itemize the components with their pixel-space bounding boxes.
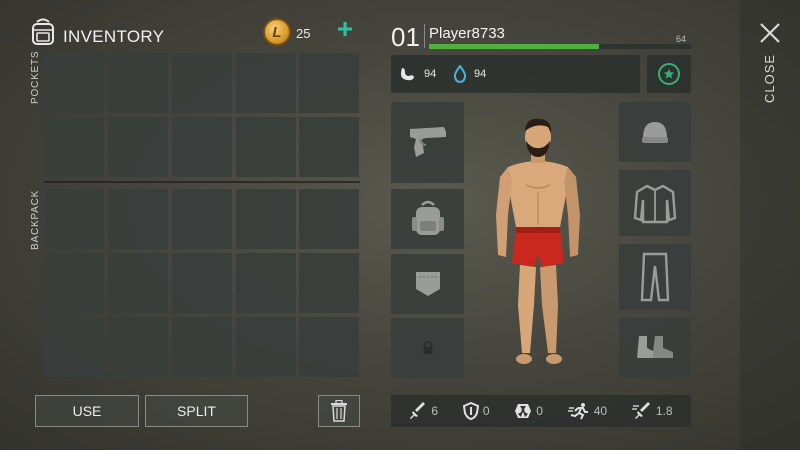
radiation-icon xyxy=(515,404,532,418)
backpack-slot-cell[interactable] xyxy=(236,317,296,377)
pocket-slot-cell[interactable] xyxy=(236,53,296,113)
pocket-slot-cell[interactable] xyxy=(172,53,232,113)
attack-stat: 6 xyxy=(409,402,438,420)
inventory-title: INVENTORY xyxy=(63,27,165,46)
xp-bar xyxy=(429,44,691,49)
backpack-slot-cell[interactable] xyxy=(44,253,104,313)
coin-icon: L xyxy=(263,18,291,46)
character-model xyxy=(478,115,598,375)
speed-stat: 40 xyxy=(567,402,608,420)
legs-slot[interactable] xyxy=(619,244,691,310)
star-icon xyxy=(658,63,680,85)
attack-value: 6 xyxy=(431,404,439,418)
sword-icon xyxy=(410,402,426,419)
backpack-slot-cell[interactable] xyxy=(172,317,232,377)
backpack-slot-cell[interactable] xyxy=(236,189,296,249)
defense-value: 0 xyxy=(482,404,490,418)
backpack-slot-cell[interactable] xyxy=(44,317,104,377)
speed-value: 40 xyxy=(593,404,608,418)
pocket-slot-cell[interactable] xyxy=(299,117,359,177)
pocket-slot-cell[interactable] xyxy=(44,53,104,113)
shield-icon xyxy=(462,402,479,420)
section-divider xyxy=(44,181,360,183)
add-coins-button[interactable]: + xyxy=(333,15,357,43)
feet-slot[interactable] xyxy=(619,318,691,378)
backpack-slot-cell[interactable] xyxy=(108,189,168,249)
backpack-slot-cell[interactable] xyxy=(108,253,168,313)
pockets-label: POCKETS xyxy=(30,50,41,104)
radiation-value: 0 xyxy=(536,404,543,418)
use-button[interactable]: USE xyxy=(35,395,139,427)
beanie-icon xyxy=(642,122,668,143)
trash-icon xyxy=(331,400,347,422)
locked-slot xyxy=(391,318,464,378)
attack-speed-value: 1.8 xyxy=(655,404,673,418)
backpack-slot-cell[interactable] xyxy=(172,189,232,249)
backpack-slot-icon xyxy=(411,200,444,235)
backpack-slot-cell[interactable] xyxy=(108,317,168,377)
stomach-icon xyxy=(399,66,417,87)
xp-value: 64 xyxy=(676,34,687,44)
pocket-slot-cell[interactable] xyxy=(108,53,168,113)
split-button[interactable]: SPLIT xyxy=(145,395,248,427)
pistol-icon xyxy=(409,126,446,157)
backpack-slot-cell[interactable] xyxy=(299,253,359,313)
pocket-icon xyxy=(415,272,440,296)
trash-button[interactable] xyxy=(318,395,360,427)
head-slot[interactable] xyxy=(619,102,691,162)
pocket-slot-cell[interactable] xyxy=(108,117,168,177)
combat-stats: 6 0 0 40 1.8 xyxy=(391,395,691,427)
close-button[interactable] xyxy=(757,20,783,46)
radiation-stat: 0 xyxy=(514,402,543,420)
close-label[interactable]: CLOSE xyxy=(762,54,777,103)
torso-slot[interactable] xyxy=(619,170,691,236)
pocket-slot[interactable] xyxy=(391,254,464,314)
backpack-label: BACKPACK xyxy=(30,189,41,250)
pocket-slot-cell[interactable] xyxy=(236,117,296,177)
survival-stats: 94 94 xyxy=(391,55,640,93)
player-name: Player8733 xyxy=(429,25,505,42)
boots-icon xyxy=(637,336,673,358)
xp-bar-fill xyxy=(429,44,600,49)
pocket-slot-cell[interactable] xyxy=(172,117,232,177)
lock-icon xyxy=(423,341,432,354)
close-icon xyxy=(760,23,780,43)
food-value: 94 xyxy=(424,68,437,80)
backpack-slot-cell[interactable] xyxy=(299,317,359,377)
running-icon xyxy=(567,403,588,420)
water-value: 94 xyxy=(474,68,487,80)
backpack-slot[interactable] xyxy=(391,189,464,249)
perks-button[interactable] xyxy=(647,55,691,93)
backpack-slot-cell[interactable] xyxy=(44,189,104,249)
level-separator xyxy=(424,24,425,48)
backpack-slot-cell[interactable] xyxy=(299,189,359,249)
coin-count: 25 xyxy=(296,26,311,41)
defense-stat: 0 xyxy=(462,402,490,420)
pants-icon xyxy=(640,252,670,302)
water-drop-icon xyxy=(453,64,467,88)
player-level: 01 xyxy=(391,22,420,52)
fast-sword-icon xyxy=(631,402,650,419)
backpack-slot-cell[interactable] xyxy=(172,253,232,313)
pocket-slot-cell[interactable] xyxy=(299,53,359,113)
pocket-slot-cell[interactable] xyxy=(44,117,104,177)
backpack-slot-cell[interactable] xyxy=(236,253,296,313)
attack-speed-stat: 1.8 xyxy=(631,402,673,420)
backpack-icon xyxy=(28,16,58,46)
jacket-icon xyxy=(633,184,677,224)
weapon-slot[interactable] xyxy=(391,102,464,183)
